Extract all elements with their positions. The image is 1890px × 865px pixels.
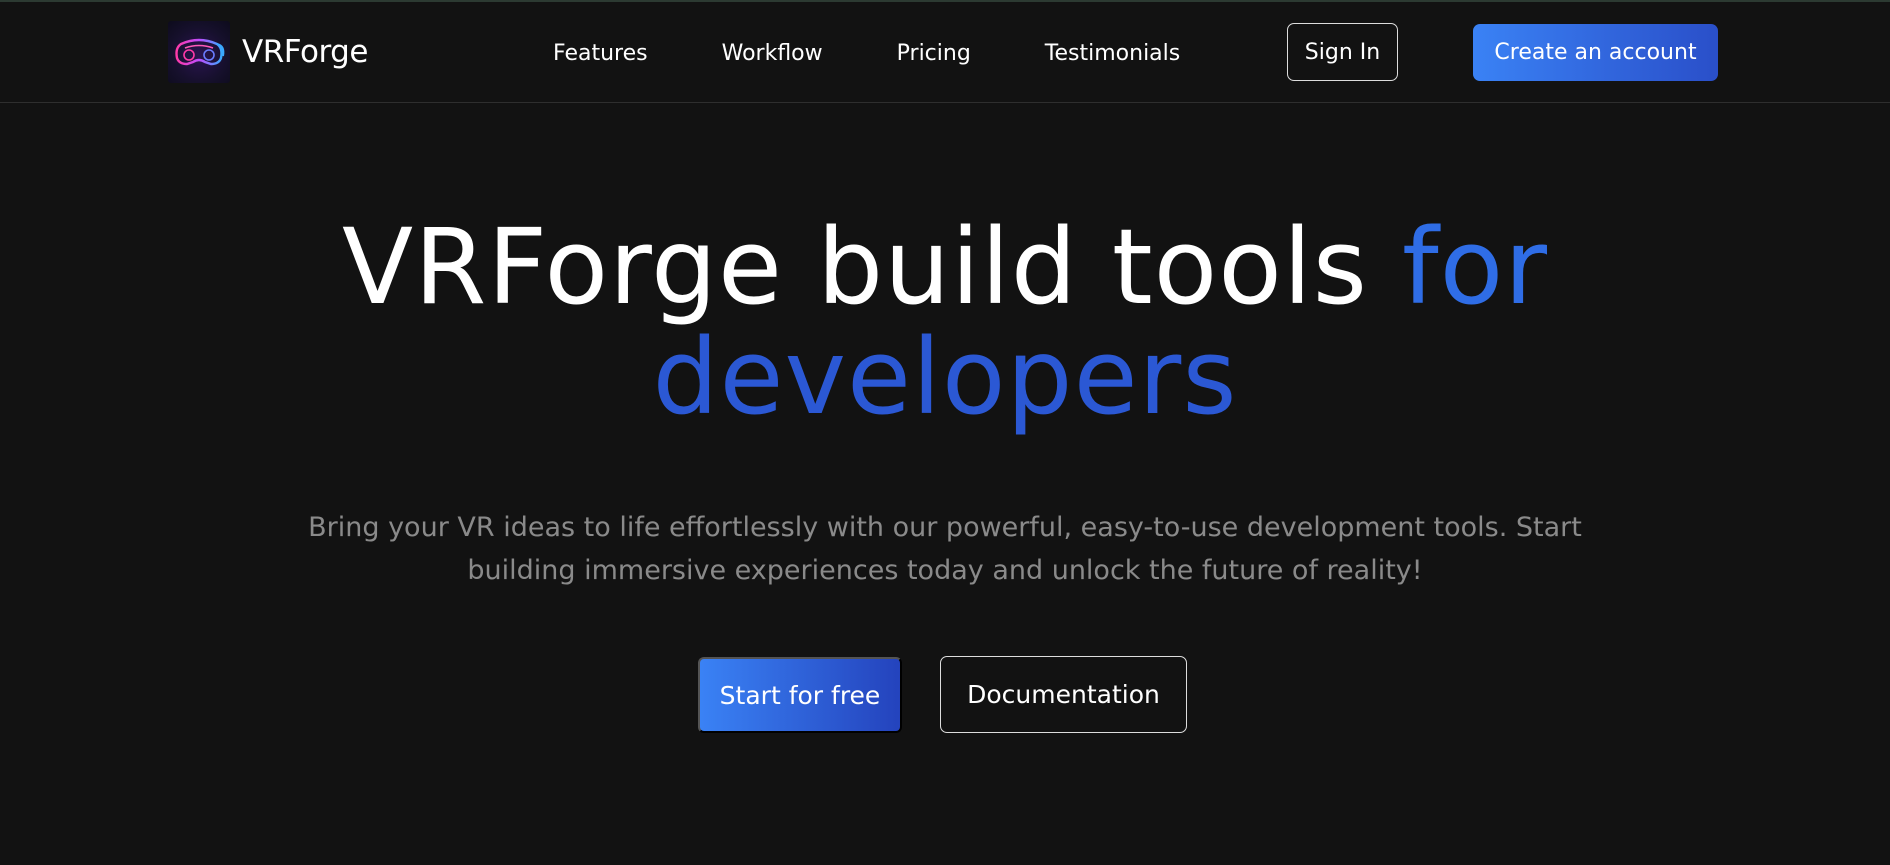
brand-link[interactable]: VRForge	[168, 20, 368, 84]
hero-title-accent-developers: developers	[652, 316, 1238, 438]
hero-title-accent-for: for	[1402, 206, 1549, 328]
nav-link-features[interactable]: Features	[553, 41, 648, 66]
nav-link-pricing[interactable]: Pricing	[897, 41, 971, 66]
nav-link-testimonials[interactable]: Testimonials	[1045, 41, 1180, 66]
nav-link-workflow[interactable]: Workflow	[722, 41, 823, 66]
create-account-button[interactable]: Create an account	[1473, 24, 1718, 81]
sign-in-button[interactable]: Sign In	[1287, 23, 1398, 81]
vr-headset-icon	[168, 21, 230, 83]
navbar: VRForge Features Workflow Pricing Testim…	[0, 2, 1890, 103]
hero-title-main: VRForge build tools	[341, 206, 1403, 328]
start-for-free-button[interactable]: Start for free	[698, 657, 902, 733]
main-nav: Features Workflow Pricing Testimonials	[553, 38, 1180, 68]
hero-title: VRForge build tools for developers	[0, 212, 1890, 432]
documentation-button[interactable]: Documentation	[940, 656, 1187, 733]
hero-subtitle: Bring your VR ideas to life effortlessly…	[308, 512, 1582, 586]
brand-name: VRForge	[242, 34, 368, 70]
